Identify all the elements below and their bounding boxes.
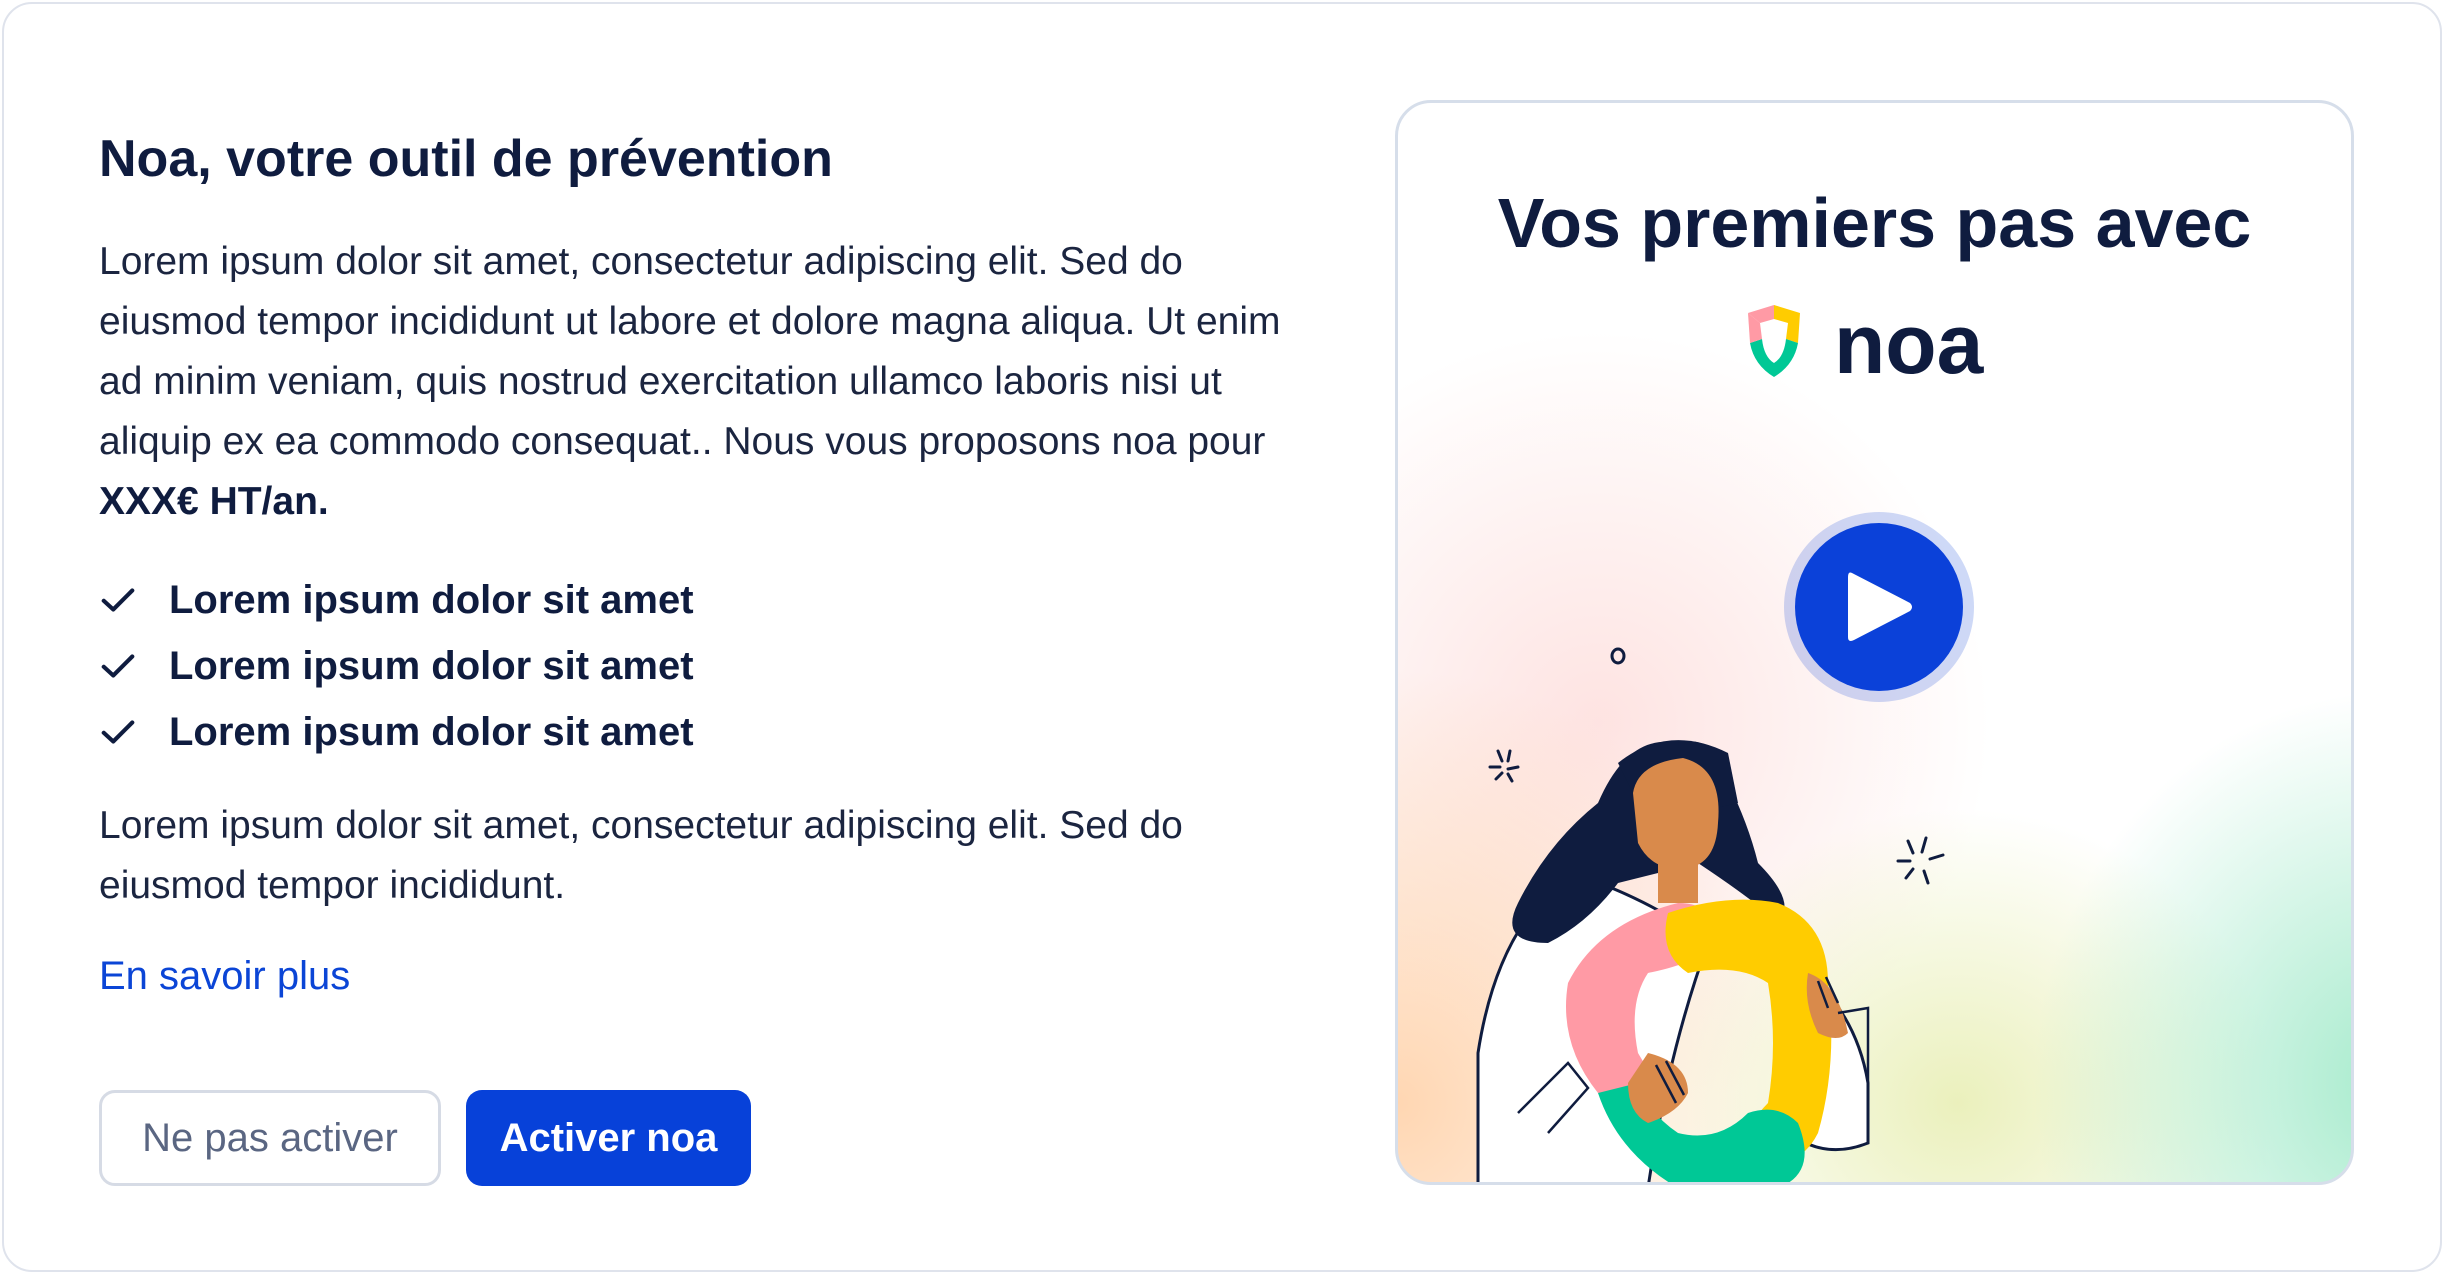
feature-label: Lorem ipsum dolor sit amet xyxy=(169,643,694,688)
activation-card: Noa, votre outil de prévention Lorem ips… xyxy=(2,2,2442,1272)
feature-label: Lorem ipsum dolor sit amet xyxy=(169,709,694,754)
logo-wordmark: noa xyxy=(1834,303,1985,383)
learn-more-link[interactable]: En savoir plus xyxy=(99,954,350,999)
feature-item: Lorem ipsum dolor sit amet xyxy=(99,633,694,699)
intro-body: Lorem ipsum dolor sit amet, consectetur … xyxy=(99,240,1281,463)
price-text: XXX€ HT/an. xyxy=(99,480,329,523)
noa-logo: noa xyxy=(1748,303,1985,383)
panel-title: Noa, votre outil de prévention xyxy=(99,130,833,188)
intro-text: Lorem ipsum dolor sit amet, consectetur … xyxy=(99,232,1329,532)
check-icon xyxy=(101,588,135,612)
activate-button[interactable]: Activer noa xyxy=(466,1090,751,1186)
feature-list: Lorem ipsum dolor sit amet Lorem ipsum d… xyxy=(99,567,694,765)
check-icon xyxy=(101,654,135,678)
video-thumbnail[interactable]: Vos premiers pas avec noa xyxy=(1395,100,2354,1185)
play-button-inner xyxy=(1795,523,1963,691)
feature-label: Lorem ipsum dolor sit amet xyxy=(169,577,694,622)
decline-button[interactable]: Ne pas activer xyxy=(99,1090,441,1186)
check-icon xyxy=(101,720,135,744)
shield-icon xyxy=(1748,305,1800,377)
feature-item: Lorem ipsum dolor sit amet xyxy=(99,567,694,633)
feature-item: Lorem ipsum dolor sit amet xyxy=(99,699,694,765)
outro-text: Lorem ipsum dolor sit amet, consectetur … xyxy=(99,804,1183,907)
play-icon xyxy=(1848,572,1912,641)
play-button[interactable] xyxy=(1784,512,1974,702)
video-title: Vos premiers pas avec xyxy=(1497,184,2252,262)
